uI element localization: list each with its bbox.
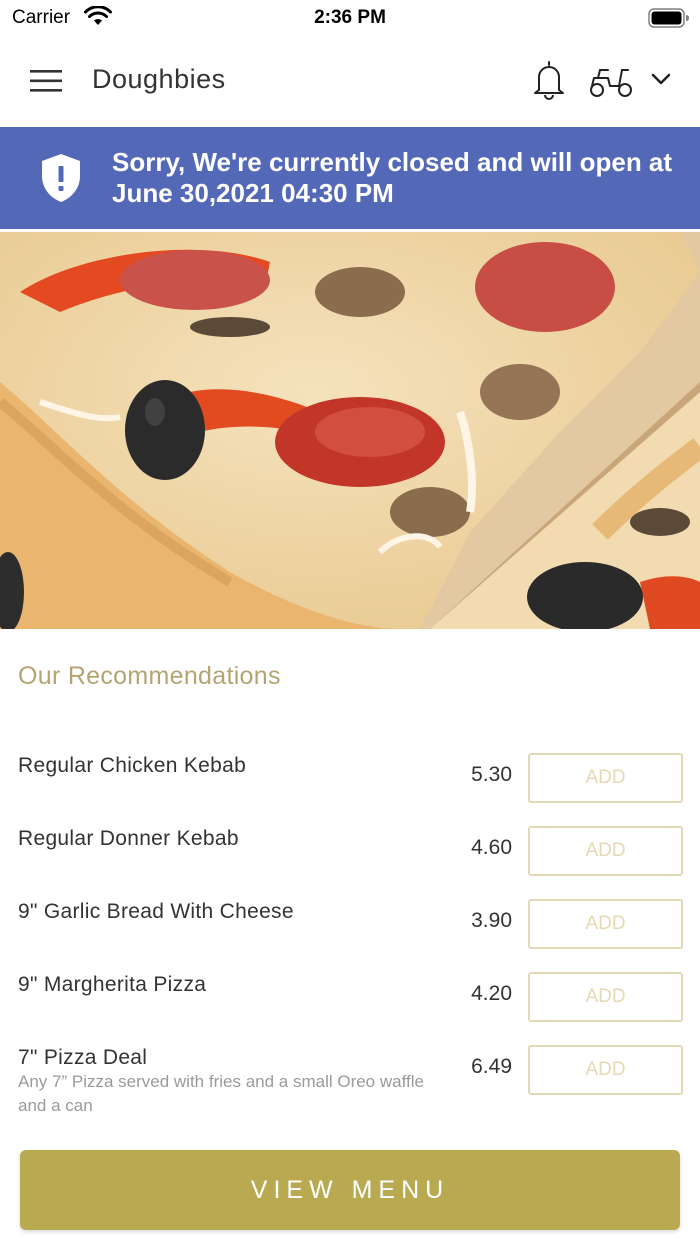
item-price: 5.30: [471, 763, 512, 786]
item-name: Regular Chicken Kebab: [18, 754, 247, 777]
bell-icon[interactable]: [532, 60, 566, 100]
shield-alert-icon: [42, 154, 80, 202]
add-button[interactable]: ADD: [528, 972, 683, 1022]
status-time: 2:36 PM: [314, 7, 386, 28]
add-button[interactable]: ADD: [528, 826, 683, 876]
list-item: 9" Margherita Pizza 4.20 ADD: [0, 959, 700, 1032]
status-bar: Carrier 2:36 PM: [0, 0, 700, 36]
item-description: Any 7” Pizza served with fries and a sma…: [18, 1072, 424, 1115]
add-button[interactable]: ADD: [528, 899, 683, 949]
hero-pizza-image: [0, 232, 700, 629]
item-price: 4.20: [471, 982, 512, 1005]
item-name: Regular Donner Kebab: [18, 827, 239, 850]
recommendations-list: Regular Chicken Kebab 5.30 ADD Regular D…: [0, 740, 700, 1132]
app-title: Doughbies: [92, 64, 226, 94]
closed-message: Sorry, We're currently closed and will o…: [112, 147, 673, 208]
item-price: 6.49: [471, 1055, 512, 1078]
scooter-icon[interactable]: [588, 64, 634, 98]
item-price: 3.90: [471, 909, 512, 932]
recommendations-title: Our Recommendations: [18, 662, 281, 690]
item-name: 7" Pizza Deal: [18, 1046, 148, 1069]
battery-icon: [648, 8, 689, 28]
list-item: Regular Donner Kebab 4.60 ADD: [0, 813, 700, 886]
item-name: 9" Margherita Pizza: [18, 973, 207, 996]
add-button[interactable]: ADD: [528, 1045, 683, 1095]
menu-icon[interactable]: [30, 69, 62, 93]
item-price: 4.60: [471, 836, 512, 859]
add-button[interactable]: ADD: [528, 753, 683, 803]
app-header: Doughbies: [0, 36, 700, 126]
list-item: Regular Chicken Kebab 5.30 ADD: [0, 740, 700, 813]
list-item: 7" Pizza Deal Any 7” Pizza served with f…: [0, 1032, 700, 1132]
closed-banner: Sorry, We're currently closed and will o…: [0, 127, 700, 229]
view-menu-button[interactable]: VIEW MENU: [20, 1150, 680, 1230]
chevron-down-icon[interactable]: [650, 72, 672, 88]
list-item: 9" Garlic Bread With Cheese 3.90 ADD: [0, 886, 700, 959]
item-name: 9" Garlic Bread With Cheese: [18, 900, 294, 923]
